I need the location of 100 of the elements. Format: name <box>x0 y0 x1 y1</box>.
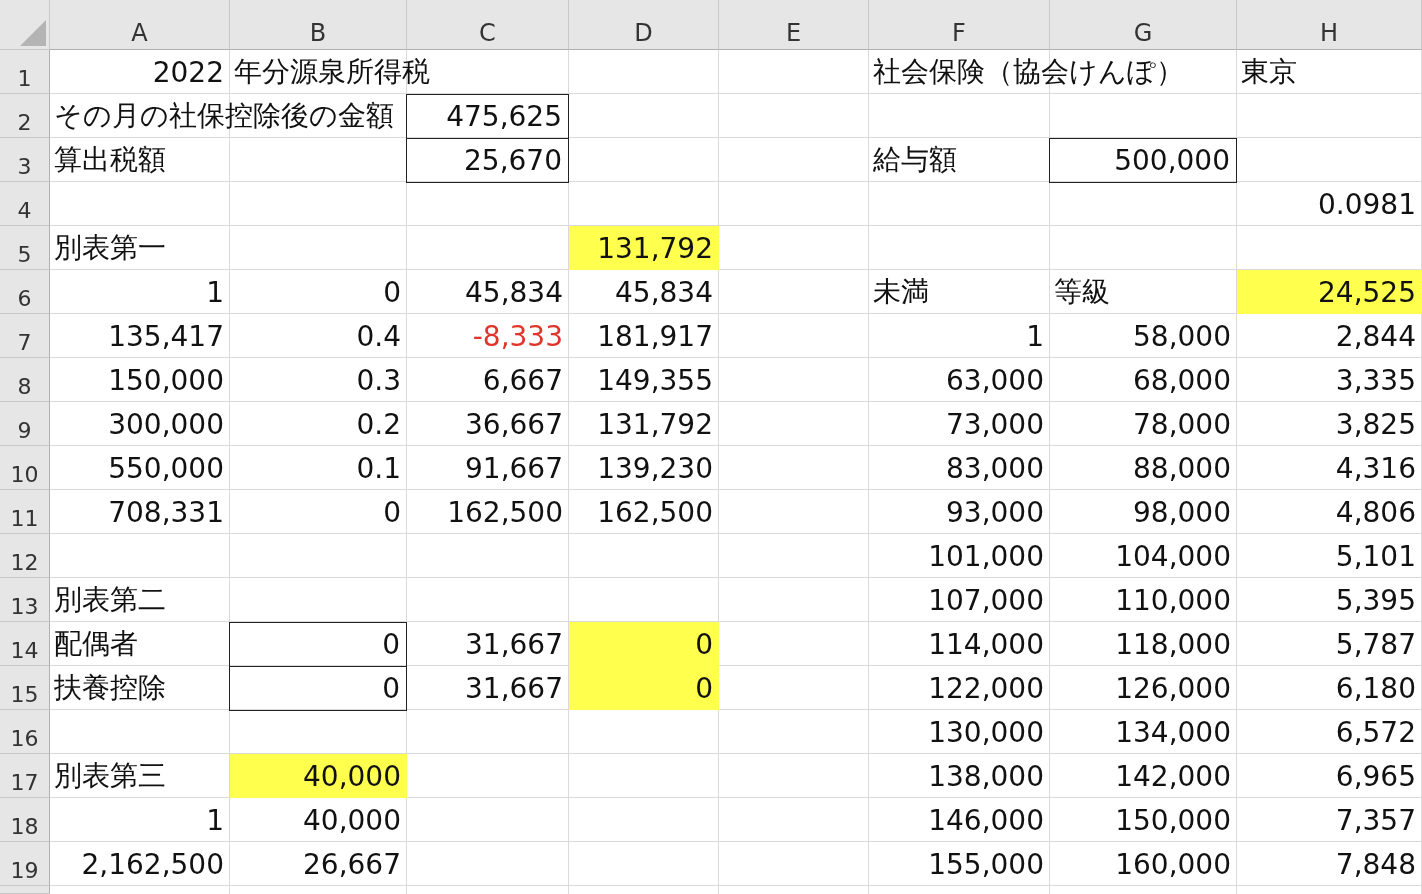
row-header[interactable]: 2 <box>0 94 50 138</box>
column-header[interactable]: A <box>50 0 230 50</box>
table-cell-text: 東京 <box>1240 54 1298 90</box>
table-cell-text: 300,000 <box>107 406 225 443</box>
table-cell-text: 1 <box>205 274 225 311</box>
table-cell-text: 算出税額 <box>53 142 167 178</box>
table-cell-text: 36,667 <box>464 406 564 443</box>
table-cell-text: 45,834 <box>464 274 564 311</box>
table-cell-text: 160,000 <box>1114 846 1232 883</box>
table-cell: 131,792 <box>569 226 719 270</box>
table-cell-text: 162,500 <box>446 494 564 531</box>
row-header[interactable]: 1 <box>0 50 50 94</box>
table-cell: 40,000 <box>230 754 407 798</box>
table-cell-text: 3,825 <box>1334 406 1417 443</box>
triangle-icon <box>20 20 46 46</box>
table-cell-text: 150,000 <box>1114 802 1232 839</box>
table-cell-text: 6,180 <box>1334 670 1417 707</box>
column-header[interactable]: H <box>1237 0 1422 50</box>
table-cell-text: 1 <box>1025 318 1045 355</box>
column-header[interactable]: F <box>869 0 1050 50</box>
table-cell-text: 配偶者 <box>53 626 139 662</box>
table-cell-text: 130,000 <box>927 714 1045 751</box>
table-cell-text: 0.4 <box>355 318 402 355</box>
table-cell-text: 2,162,500 <box>80 846 225 883</box>
row-header[interactable]: 5 <box>0 226 50 270</box>
row-header[interactable] <box>0 886 50 894</box>
table-cell-text: 118,000 <box>1114 626 1232 663</box>
table-cell-text: 1 <box>205 802 225 839</box>
table-cell-text: 2,844 <box>1334 318 1417 355</box>
table-cell-text: 139,230 <box>596 450 714 487</box>
column-header[interactable]: C <box>407 0 569 50</box>
row-header[interactable]: 15 <box>0 666 50 710</box>
table-cell-text: 0.0981 <box>1317 186 1417 223</box>
table-cell-text: 134,000 <box>1114 714 1232 751</box>
table-cell-text: 未満 <box>872 274 930 310</box>
table-cell-text: 138,000 <box>927 758 1045 795</box>
table-cell-text: 93,000 <box>945 494 1045 531</box>
table-cell-text: 6,667 <box>481 362 564 399</box>
table-cell-text: 98,000 <box>1132 494 1232 531</box>
table-cell-text: 708,331 <box>107 494 225 531</box>
table-cell: 500,000 <box>1049 138 1237 183</box>
column-header[interactable]: G <box>1050 0 1237 50</box>
row-header[interactable]: 19 <box>0 842 50 886</box>
table-cell-text: 別表第三 <box>53 758 167 794</box>
table-cell-text: 107,000 <box>927 582 1045 619</box>
table-cell-text: 4,316 <box>1334 450 1417 487</box>
row-header[interactable]: 10 <box>0 446 50 490</box>
column-header[interactable]: D <box>569 0 719 50</box>
table-cell-text: 73,000 <box>945 406 1045 443</box>
row-header[interactable]: 16 <box>0 710 50 754</box>
row-header[interactable]: 13 <box>0 578 50 622</box>
table-cell-text: 88,000 <box>1132 450 1232 487</box>
table-cell-text: 162,500 <box>596 494 714 531</box>
row-header[interactable]: 9 <box>0 402 50 446</box>
row-header[interactable]: 4 <box>0 182 50 226</box>
table-cell-text: 101,000 <box>927 538 1045 575</box>
table-cell-text: 40,000 <box>302 802 402 839</box>
table-cell-text: 6,572 <box>1334 714 1417 751</box>
table-cell-text: 146,000 <box>927 802 1045 839</box>
table-cell-text: 114,000 <box>927 626 1045 663</box>
table-cell-text: 122,000 <box>927 670 1045 707</box>
table-cell-text: 扶養控除 <box>53 670 167 706</box>
row-header[interactable]: 3 <box>0 138 50 182</box>
row-header[interactable]: 17 <box>0 754 50 798</box>
table-cell-text: 78,000 <box>1132 406 1232 443</box>
table-cell: 475,625 <box>406 94 569 139</box>
table-cell-text: 45,834 <box>614 274 714 311</box>
table-cell-text: 135,417 <box>107 318 225 355</box>
table-cell: 0 <box>229 622 407 667</box>
table-cell-text: 4,806 <box>1334 494 1417 531</box>
row-header[interactable]: 7 <box>0 314 50 358</box>
column-header[interactable]: B <box>230 0 407 50</box>
table-cell-text: 58,000 <box>1132 318 1232 355</box>
table-cell: 0 <box>229 666 407 711</box>
table-cell-text: 181,917 <box>596 318 714 355</box>
table-cell-text: 5,787 <box>1334 626 1417 663</box>
table-cell-text: 等級 <box>1053 274 1111 310</box>
table-cell-text: 31,667 <box>464 626 564 663</box>
row-header[interactable]: 6 <box>0 270 50 314</box>
row-header[interactable]: 12 <box>0 534 50 578</box>
row-header[interactable]: 18 <box>0 798 50 842</box>
column-header[interactable]: E <box>719 0 869 50</box>
table-cell-text: 社会保険（協会けんぽ） <box>872 54 1185 90</box>
table-cell-text: 91,667 <box>464 450 564 487</box>
table-cell-text: 3,335 <box>1334 362 1417 399</box>
table-cell-text: 別表第二 <box>53 582 167 618</box>
row-header[interactable]: 11 <box>0 490 50 534</box>
table-cell-text: 給与額 <box>872 142 958 178</box>
table-cell-text: 68,000 <box>1132 362 1232 399</box>
select-all-corner[interactable] <box>0 0 50 50</box>
table-cell-text: 26,667 <box>302 846 402 883</box>
row-header[interactable]: 14 <box>0 622 50 666</box>
table-cell: 0 <box>569 666 719 710</box>
table-cell-text: 110,000 <box>1114 582 1232 619</box>
row-header[interactable]: 8 <box>0 358 50 402</box>
table-cell: 24,525 <box>1237 270 1422 314</box>
table-cell-text: 131,792 <box>596 406 714 443</box>
table-cell-text: 126,000 <box>1114 670 1232 707</box>
table-cell-text: -8,333 <box>471 318 564 355</box>
table-cell-text: 150,000 <box>107 362 225 399</box>
